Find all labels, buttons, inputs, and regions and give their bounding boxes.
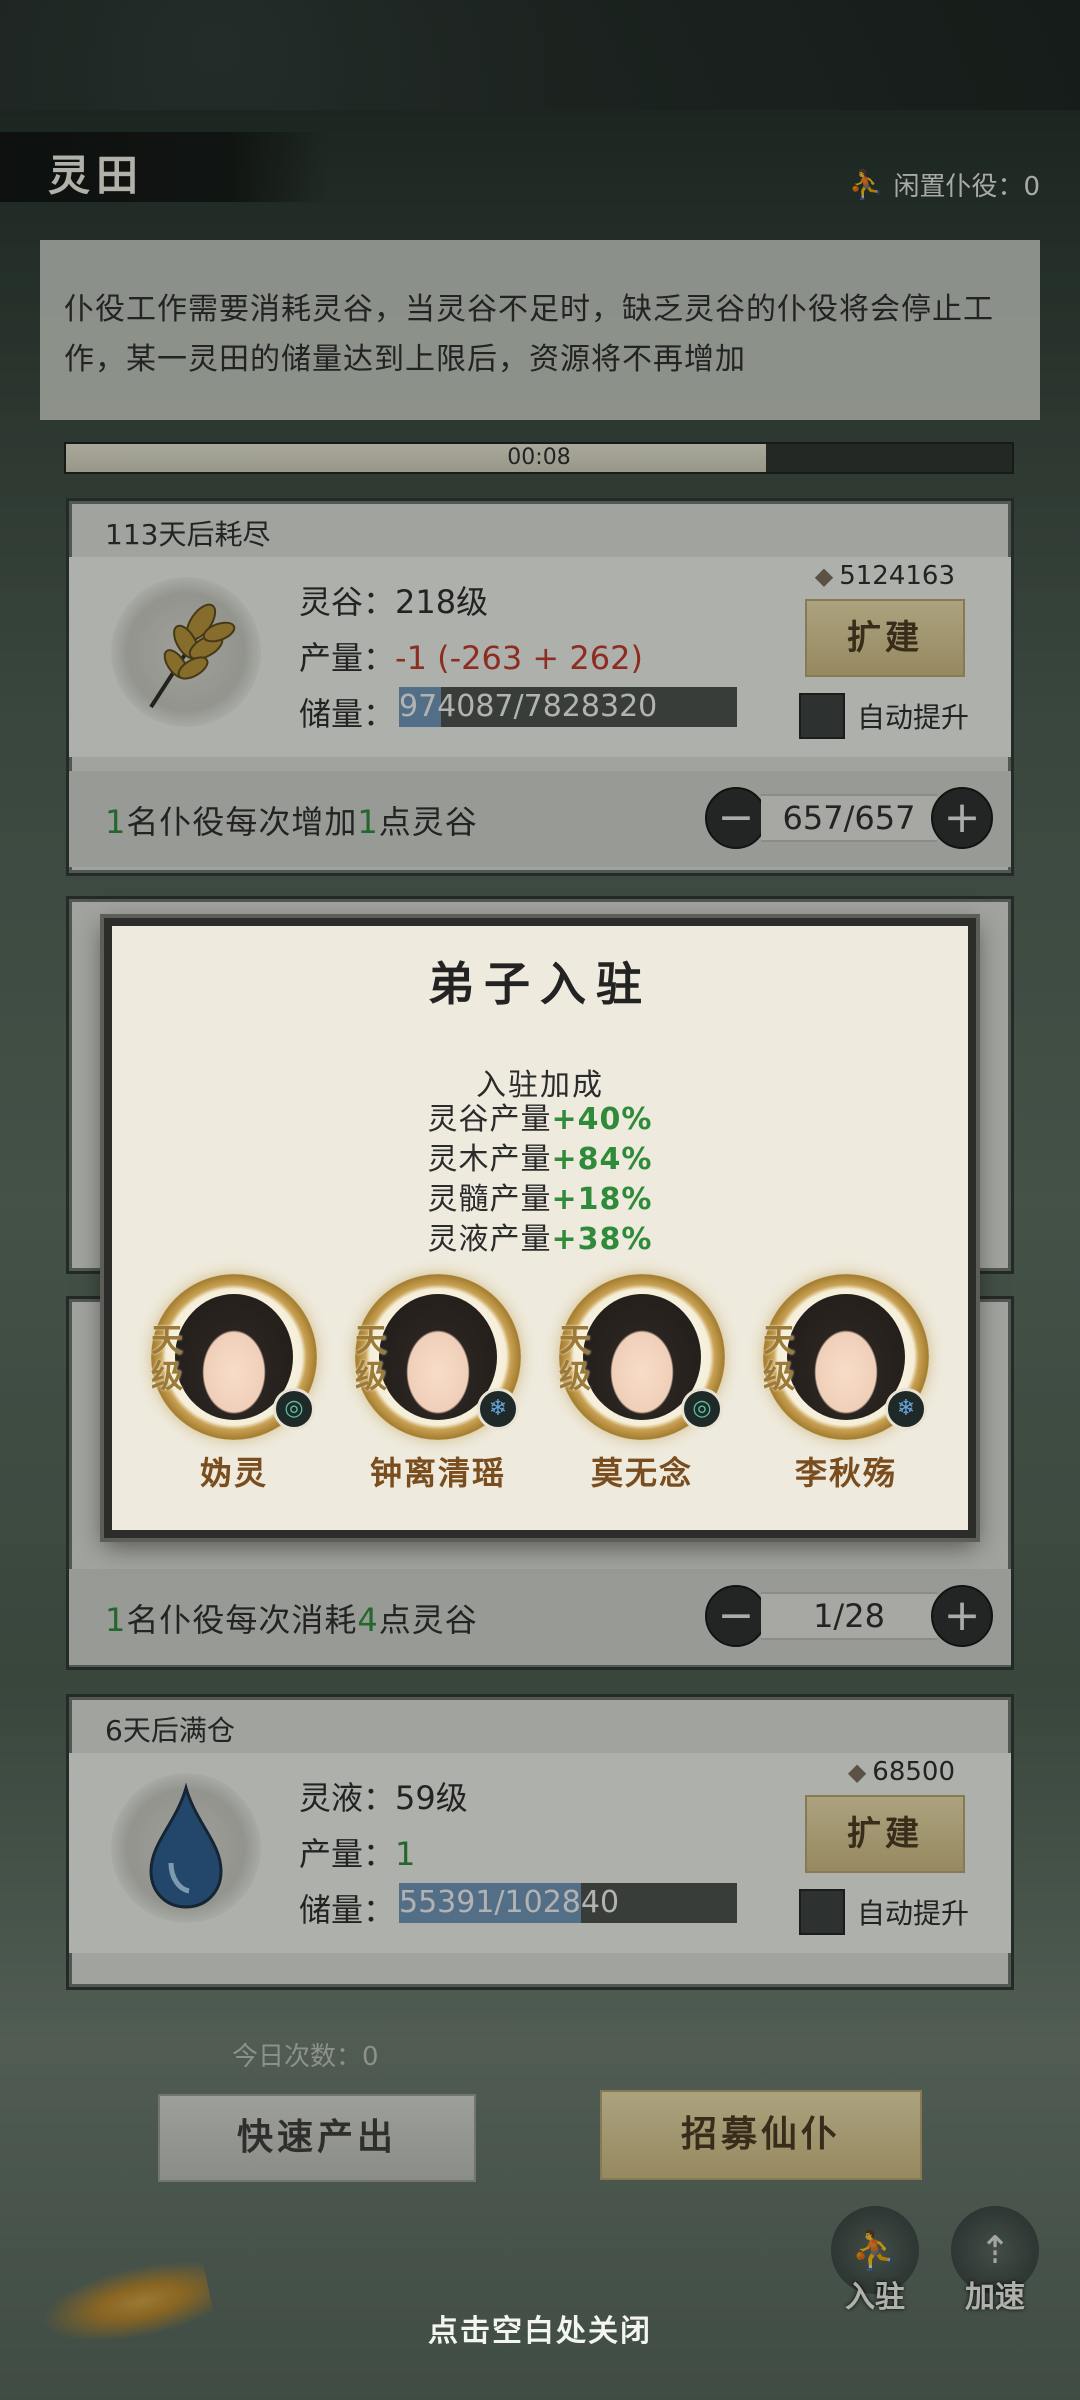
- bonus-item: 灵液产量+38%: [112, 1220, 968, 1260]
- ice-icon: ❄: [477, 1388, 519, 1430]
- wind-icon: ◎: [681, 1388, 723, 1430]
- bonus-label: 灵谷产量: [427, 1102, 552, 1137]
- bonus-value: +18%: [551, 1182, 653, 1217]
- bonus-value: +38%: [551, 1222, 653, 1257]
- disciple-name: 妫灵: [199, 1454, 268, 1492]
- bonus-item: 灵木产量+84%: [112, 1140, 968, 1180]
- disciple-name: 李秋殇: [794, 1454, 897, 1492]
- close-hint: 点击空白处关闭: [428, 2314, 652, 2349]
- bonus-label: 灵液产量: [427, 1222, 552, 1257]
- bonus-item: 灵髓产量+18%: [112, 1180, 968, 1220]
- portrait-frame: 天级 ◎: [151, 1274, 317, 1440]
- bonus-list: 灵谷产量+40% 灵木产量+84% 灵髓产量+18% 灵液产量+38%: [112, 1100, 968, 1260]
- disciple-name: 钟离清瑶: [369, 1454, 506, 1492]
- grade-badge: 天级: [354, 1321, 387, 1395]
- disciple-card[interactable]: 天级 ◎ 妫灵: [136, 1274, 332, 1514]
- disciple-card[interactable]: 天级 ❄ 李秋殇: [748, 1274, 944, 1514]
- bonus-value: +84%: [551, 1142, 653, 1177]
- bonus-item: 灵谷产量+40%: [112, 1100, 968, 1140]
- grade-badge: 天级: [762, 1321, 795, 1395]
- disciple-name: 莫无念: [590, 1454, 693, 1492]
- bonus-value: +40%: [551, 1102, 653, 1137]
- wind-icon: ◎: [273, 1388, 315, 1430]
- disciple-modal: 弟子入驻 入驻加成 灵谷产量+40% 灵木产量+84% 灵髓产量+18% 灵液产…: [104, 918, 976, 1538]
- modal-title: 弟子入驻: [428, 957, 652, 1011]
- ice-icon: ❄: [885, 1388, 927, 1430]
- disciple-list: 天级 ◎ 妫灵 天级 ❄ 钟离清瑶 天级 ◎ 莫无念 天级 ❄ 李秋殇: [132, 1274, 948, 1514]
- disciple-card[interactable]: 天级 ❄ 钟离清瑶: [340, 1274, 536, 1514]
- bonus-label: 灵髓产量: [427, 1182, 552, 1217]
- grade-badge: 天级: [150, 1321, 183, 1395]
- disciple-card[interactable]: 天级 ◎ 莫无念: [544, 1274, 740, 1514]
- portrait-frame: 天级 ◎: [559, 1274, 725, 1440]
- bonus-title: 入驻加成: [476, 1068, 604, 1103]
- bonus-label: 灵木产量: [427, 1142, 552, 1177]
- portrait-frame: 天级 ❄: [355, 1274, 521, 1440]
- grade-badge: 天级: [558, 1321, 591, 1395]
- portrait-frame: 天级 ❄: [763, 1274, 929, 1440]
